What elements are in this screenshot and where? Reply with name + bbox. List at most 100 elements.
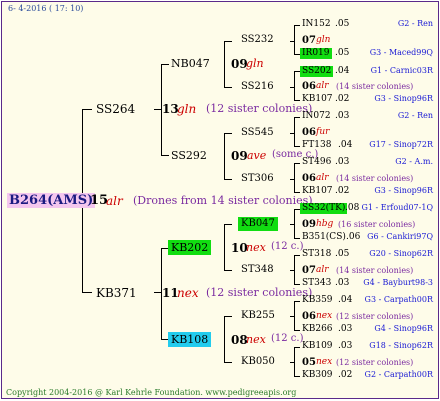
gen3-queen-num: 06 (302, 311, 316, 322)
gen4-queen-origin: G3 - Sinop96R (374, 94, 433, 103)
gen4-queen-id[interactable]: ST496 (302, 158, 331, 167)
connector (290, 41, 295, 42)
connector (290, 87, 295, 88)
gen4-queen-origin: G18 - Sinop62R (369, 341, 433, 350)
connector (294, 163, 295, 193)
gen4-queen-year: .08 (345, 203, 360, 213)
gen4-queen-origin: G2 - Ren (397, 111, 433, 120)
gen1-queen-id[interactable]: KB371 (96, 287, 137, 299)
connector (224, 224, 225, 271)
gen1-queen-note: (12 sister colonies) (206, 102, 313, 115)
connector (294, 146, 300, 147)
gen3-queen-race: gln (316, 35, 331, 45)
gen4-queen-id[interactable]: ST343 (302, 279, 331, 288)
gen1-queen-race: gln (177, 102, 197, 116)
gen3-queen-note: (12 sister colonies) (336, 358, 414, 367)
gen3-queen-race: alr (316, 265, 329, 275)
connector (224, 133, 225, 180)
gen4-queen-year: .04 (338, 140, 353, 150)
connector (294, 117, 295, 147)
connector (294, 284, 300, 285)
gen3-queen-race: hbg (316, 219, 334, 229)
gen4-queen-origin: G1 - Erfoud07-1Q (361, 203, 433, 212)
gen1-queen-id[interactable]: SS264 (96, 103, 135, 115)
connector (290, 316, 295, 317)
gen4-queen-origin: G4 - Sinop96R (374, 324, 433, 333)
gen4-queen-id[interactable]: IN072 (302, 112, 331, 121)
gen3-queen-id[interactable]: SS232 (241, 35, 274, 45)
gen4-queen-origin: G3 - Maced99Q (369, 48, 433, 57)
gen3-queen-id[interactable]: SS545 (241, 128, 274, 138)
gen4-queen-id[interactable]: ST318 (302, 250, 331, 259)
connector (224, 87, 232, 88)
connector (290, 362, 295, 363)
gen3-queen-id[interactable]: ST306 (241, 174, 274, 184)
connector (224, 179, 232, 180)
gen3-queen-id[interactable]: SS216 (241, 82, 274, 92)
gen3-queen-id[interactable]: KB050 (241, 357, 275, 367)
gen2-queen-id[interactable]: NB047 (171, 58, 210, 69)
gen3-queen-note: (14 sister colonies) (336, 174, 414, 183)
connector (82, 292, 92, 293)
gen4-queen-id[interactable]: KB107 (302, 187, 333, 196)
connector (224, 41, 225, 88)
gen4-queen-id[interactable]: KB109 (302, 342, 333, 351)
connector (294, 163, 300, 164)
gen4-queen-origin: G20 - Sinop62R (369, 249, 433, 258)
gen4-queen-id[interactable]: KB266 (302, 325, 333, 334)
gen4-queen-year: .03 (335, 111, 350, 121)
connector (290, 133, 295, 134)
gen4-queen-id[interactable]: KB107 (302, 95, 333, 104)
connector (82, 109, 92, 110)
connector (294, 238, 300, 239)
gen2-queen-id[interactable]: KB108 (168, 332, 212, 347)
gen4-queen-year: .04 (335, 66, 350, 76)
gen4-queen-id[interactable]: KB359 (302, 296, 333, 305)
connector (224, 224, 232, 225)
gen4-queen-year: .03 (335, 278, 350, 288)
connector (224, 362, 232, 363)
gen3-queen-id[interactable]: ST348 (241, 265, 274, 275)
connector (294, 25, 300, 26)
gen4-queen-year: .02 (338, 370, 353, 380)
gen4-queen-origin: G17 - Sinop72R (369, 140, 433, 149)
root-queen-id[interactable]: B264(AMS) (7, 193, 96, 208)
gen3-queen-race: alr (316, 173, 329, 183)
gen2-queen-race: nex (246, 241, 266, 254)
pedigree-chart: 6- 4-2016 ( 17: 10) Copyright 2004-2016 … (1, 1, 439, 399)
gen3-queen-num: 07 (302, 265, 316, 276)
gen4-queen-year: .02 (335, 186, 350, 196)
gen4-queen-year: .03 (338, 341, 353, 351)
gen2-queen-race: gln (246, 57, 264, 70)
gen4-queen-id[interactable]: IN152 (302, 20, 331, 29)
gen4-queen-origin: G6 - Cankiri97Q (367, 232, 433, 241)
gen3-queen-note: (14 sister colonies) (336, 82, 414, 91)
connector (294, 376, 300, 377)
gen3-queen-num: 06 (302, 173, 316, 184)
gen4-queen-id[interactable]: IR019 (300, 48, 332, 59)
gen3-queen-race: fur (316, 127, 330, 137)
gen4-queen-origin: G2 - Carpath00R (364, 370, 433, 379)
connector (294, 71, 295, 101)
gen4-queen-id[interactable]: KB309 (302, 371, 333, 380)
connector (290, 270, 295, 271)
gen3-queen-id[interactable]: KB255 (241, 311, 275, 321)
gen3-queen-num: 07 (302, 35, 316, 46)
gen2-queen-id[interactable]: KB202 (168, 240, 212, 255)
connector (294, 100, 300, 101)
connector (294, 330, 300, 331)
connector (290, 179, 295, 180)
gen4-queen-id[interactable]: B351(CS) (302, 233, 346, 242)
gen4-queen-id[interactable]: SS32(TK) (300, 203, 348, 214)
gen2-queen-num: 09 (231, 149, 248, 163)
connector (161, 155, 169, 156)
gen2-queen-note: (12 c.) (271, 333, 304, 344)
gen4-queen-origin: G2 - Ren (397, 19, 433, 28)
gen4-queen-id[interactable]: FT138 (302, 141, 331, 150)
gen4-queen-id[interactable]: SS202 (300, 66, 334, 77)
gen3-queen-id[interactable]: KB047 (238, 217, 278, 231)
gen3-queen-race: nex (316, 357, 333, 367)
gen2-queen-id[interactable]: SS292 (171, 150, 207, 161)
root-queen-note: (Drones from 14 sister colonies) (133, 194, 313, 207)
gen1-queen-race: nex (177, 286, 199, 300)
